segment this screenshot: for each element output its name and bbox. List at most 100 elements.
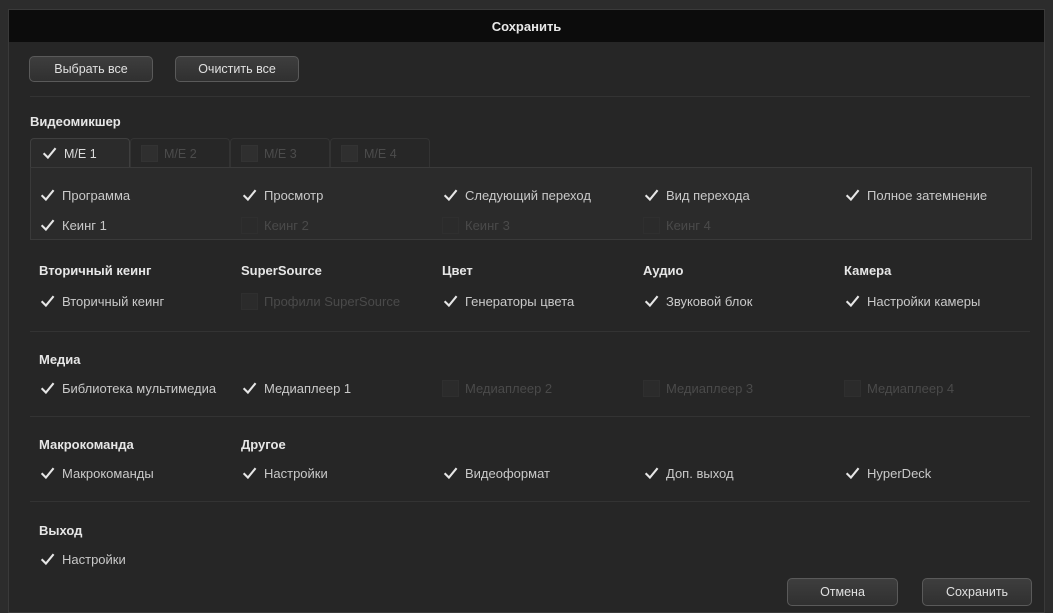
tab-me-2-checkbox[interactable]	[141, 145, 158, 162]
settings-checkbox[interactable]: Настройки	[241, 464, 328, 482]
media-player-3-checkbox[interactable]: Медиаплеер 3	[643, 379, 753, 397]
checkbox-box	[643, 216, 660, 234]
fade-to-black-checkbox[interactable]: Полное затемнение	[844, 186, 987, 204]
program-checkbox[interactable]: Программа	[39, 186, 130, 204]
checkbox-label: Вид перехода	[666, 187, 750, 203]
checkmark-icon	[39, 293, 56, 310]
checkmark-icon	[39, 217, 56, 234]
checkbox-label: Вторичный кеинг	[62, 293, 165, 309]
checkmark-icon	[844, 187, 861, 204]
preview-checkbox[interactable]: Просмотр	[241, 186, 323, 204]
checkmark-icon	[844, 465, 861, 482]
hyperdeck-checkbox[interactable]: HyperDeck	[844, 464, 931, 482]
checkbox-label: Следующий переход	[465, 187, 591, 203]
other-title: Другое	[241, 437, 286, 452]
checkbox-label: Кеинг 1	[62, 217, 107, 233]
tab-me-3[interactable]: M/E 3	[230, 138, 330, 168]
tab-me-3-label: M/E 3	[264, 146, 297, 161]
output-title: Выход	[39, 523, 83, 538]
cancel-button[interactable]: Отмена	[787, 578, 898, 606]
checkmark-icon	[442, 293, 459, 310]
checkbox-label: Просмотр	[264, 187, 324, 203]
camera-settings-checkbox[interactable]: Настройки камеры	[844, 292, 980, 310]
checkmark-icon	[643, 187, 660, 204]
key-2-checkbox[interactable]: Кеинг 2	[241, 216, 309, 234]
audio-title: Аудио	[643, 263, 684, 278]
save-dialog: Сохранить Выбрать все Очистить все Видео…	[8, 9, 1045, 613]
key-1-checkbox[interactable]: Кеинг 1	[39, 216, 107, 234]
divider	[30, 501, 1030, 502]
downstream-key-checkbox[interactable]: Вторичный кеинг	[39, 292, 164, 310]
tab-me-2-label: M/E 2	[164, 146, 197, 161]
clear-all-button[interactable]: Очистить все	[175, 56, 299, 82]
checkbox-label: Настройки	[264, 465, 328, 481]
tab-me-4-checkbox[interactable]	[341, 145, 358, 162]
checkbox-label: Видеоформат	[465, 465, 550, 481]
save-button[interactable]: Сохранить	[922, 578, 1032, 606]
checkmark-icon	[643, 293, 660, 310]
checkmark-icon	[241, 465, 258, 482]
checkbox-label: Медиаплеер 2	[465, 380, 553, 396]
checkmark-icon	[241, 380, 258, 397]
checkbox-label: Медиаплеер 4	[867, 380, 955, 396]
checkbox-label: Полное затемнение	[867, 187, 988, 203]
tab-me-1-checkbox[interactable]	[41, 145, 58, 162]
camera-title: Камера	[844, 263, 892, 278]
divider	[30, 416, 1030, 417]
tab-me-1-label: M/E 1	[64, 146, 97, 161]
checkbox-label: Кеинг 4	[666, 217, 711, 233]
checkbox-box	[241, 216, 258, 234]
media-pool-checkbox[interactable]: Библиотека мультимедиа	[39, 379, 216, 397]
checkbox-label: HyperDeck	[867, 465, 932, 481]
color-generators-checkbox[interactable]: Генераторы цвета	[442, 292, 574, 310]
select-all-button[interactable]: Выбрать все	[29, 56, 153, 82]
checkbox-label: Программа	[62, 187, 131, 203]
video-format-checkbox[interactable]: Видеоформат	[442, 464, 550, 482]
checkmark-icon	[442, 187, 459, 204]
media-player-1-checkbox[interactable]: Медиаплеер 1	[241, 379, 351, 397]
checkbox-box	[844, 379, 861, 397]
tab-me-3-checkbox[interactable]	[241, 145, 258, 162]
checkbox-box	[442, 379, 459, 397]
divider	[30, 331, 1030, 332]
checkbox-box	[241, 292, 258, 310]
checkmark-icon	[39, 465, 56, 482]
checkmark-icon	[39, 551, 56, 568]
checkbox-label: Медиаплеер 3	[666, 380, 754, 396]
tab-me-1[interactable]: M/E 1	[30, 138, 130, 168]
audio-mixer-checkbox[interactable]: Звуковой блок	[643, 292, 752, 310]
supersource-title: SuperSource	[241, 263, 322, 278]
checkmark-icon	[442, 465, 459, 482]
key-4-checkbox[interactable]: Кеинг 4	[643, 216, 711, 234]
checkmark-icon	[844, 293, 861, 310]
switcher-title: Видеомикшер	[30, 114, 121, 129]
transition-style-checkbox[interactable]: Вид перехода	[643, 186, 750, 204]
tab-me-4[interactable]: M/E 4	[330, 138, 430, 168]
aux-output-checkbox[interactable]: Доп. выход	[643, 464, 734, 482]
tab-me-2[interactable]: M/E 2	[130, 138, 230, 168]
checkmark-icon	[39, 187, 56, 204]
checkbox-label: Макрокоманды	[62, 465, 154, 481]
checkmark-icon	[643, 465, 660, 482]
output-settings-checkbox[interactable]: Настройки	[39, 550, 126, 568]
media-player-4-checkbox[interactable]: Медиаплеер 4	[844, 379, 954, 397]
media-title: Медиа	[39, 352, 81, 367]
checkmark-icon	[39, 380, 56, 397]
tab-me-4-label: M/E 4	[364, 146, 397, 161]
checkbox-label: Доп. выход	[666, 465, 734, 481]
checkmark-icon	[241, 187, 258, 204]
supersource-presets-checkbox[interactable]: Профили SuperSource	[241, 292, 400, 310]
next-transition-checkbox[interactable]: Следующий переход	[442, 186, 591, 204]
key-3-checkbox[interactable]: Кеинг 3	[442, 216, 510, 234]
dialog-title: Сохранить	[9, 10, 1044, 42]
checkbox-label: Настройки камеры	[867, 293, 981, 309]
divider	[30, 96, 1030, 97]
checkbox-label: Звуковой блок	[666, 293, 753, 309]
downstream-key-title: Вторичный кеинг	[39, 263, 152, 278]
color-title: Цвет	[442, 263, 473, 278]
checkbox-label: Медиаплеер 1	[264, 380, 352, 396]
checkbox-label: Кеинг 3	[465, 217, 510, 233]
media-player-2-checkbox[interactable]: Медиаплеер 2	[442, 379, 552, 397]
macros-checkbox[interactable]: Макрокоманды	[39, 464, 154, 482]
checkbox-box	[442, 216, 459, 234]
